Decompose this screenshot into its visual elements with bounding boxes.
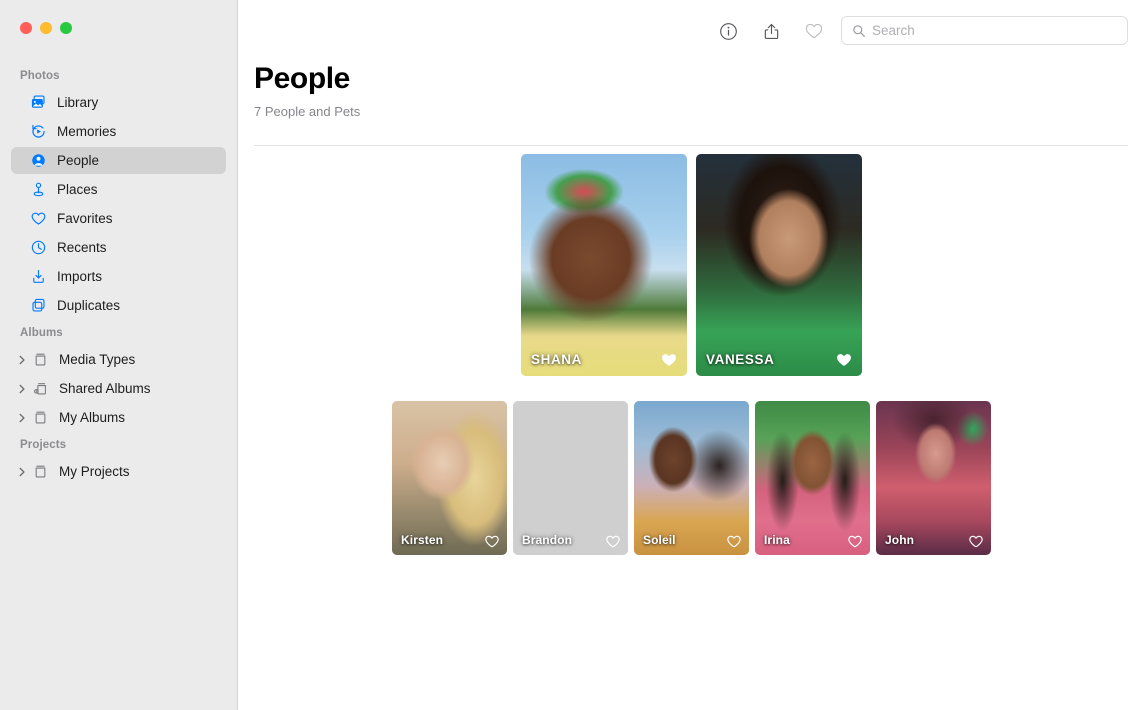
library-icon [29, 93, 48, 112]
sidebar-item-label: Shared Albums [59, 381, 151, 396]
heart-outline-icon [804, 21, 824, 41]
search-icon [851, 23, 866, 38]
chevron-right-icon[interactable] [15, 465, 29, 479]
search-input[interactable] [872, 23, 1117, 38]
sidebar-section-title-projects: Projects [0, 433, 237, 456]
other-people-row: KirstenBrandonSoleilIrinaJohn [239, 401, 1144, 555]
heart-outline-icon[interactable] [847, 533, 863, 549]
sidebar-item-label: Memories [57, 124, 116, 139]
info-icon [719, 22, 738, 41]
chevron-right-icon[interactable] [15, 411, 29, 425]
sidebar-item-label: Library [57, 95, 98, 110]
person-card[interactable]: Irina [755, 401, 870, 555]
sidebar-item-label: People [57, 153, 99, 168]
sidebar-item-label: Recents [57, 240, 107, 255]
sidebar-item-library[interactable]: Library [11, 89, 226, 116]
heart-filled-icon[interactable] [835, 351, 853, 369]
info-button[interactable] [713, 16, 743, 46]
page-subtitle: 7 People and Pets [254, 104, 1144, 120]
sidebar-item-label: Duplicates [57, 298, 120, 313]
sidebar-section-title-photos: Photos [0, 64, 237, 87]
share-icon [762, 22, 781, 41]
person-card[interactable]: John [876, 401, 991, 555]
album-icon [31, 408, 50, 427]
person-card[interactable]: Kirsten [392, 401, 507, 555]
heart-outline-icon[interactable] [726, 533, 742, 549]
sidebar-item-duplicates[interactable]: Duplicates [11, 292, 226, 319]
heart-filled-icon[interactable] [660, 351, 678, 369]
sidebar-item-shared-albums[interactable]: Shared Albums [11, 375, 226, 402]
import-icon [29, 267, 48, 286]
sidebar-item-label: Places [57, 182, 98, 197]
share-button[interactable] [756, 16, 786, 46]
duplicates-icon [29, 296, 48, 315]
person-card[interactable]: Soleil [634, 401, 749, 555]
sidebar-item-label: Imports [57, 269, 102, 284]
sidebar: Photos Library Memories People Places Favorit… [0, 0, 238, 710]
heart-outline-icon[interactable] [968, 533, 984, 549]
sidebar-item-my-projects[interactable]: My Projects [11, 458, 226, 485]
memories-icon [29, 122, 48, 141]
search-field[interactable] [841, 16, 1128, 45]
sidebar-item-label: Media Types [59, 352, 135, 367]
photos-app-window: Photos Library Memories People Places Favorit… [0, 0, 1144, 710]
clock-icon [29, 238, 48, 257]
sidebar-section-title-albums: Albums [0, 321, 237, 344]
sidebar-item-media-types[interactable]: Media Types [11, 346, 226, 373]
chevron-right-icon[interactable] [15, 382, 29, 396]
sidebar-item-label: My Projects [59, 464, 130, 479]
sidebar-item-favorites[interactable]: Favorites [11, 205, 226, 232]
page-title: People [254, 62, 1144, 96]
sidebar-item-label: Favorites [57, 211, 113, 226]
shared-album-icon [31, 379, 50, 398]
sidebar-item-my-albums[interactable]: My Albums [11, 404, 226, 431]
sidebar-scroll-area[interactable]: Photos Library Memories People Places Favorit… [0, 64, 237, 710]
heart-outline-icon[interactable] [605, 533, 621, 549]
heart-icon [29, 209, 48, 228]
person-photo [521, 154, 687, 376]
close-window-button[interactable] [20, 22, 32, 34]
person-photo [696, 154, 862, 376]
featured-people-row: SHANAVANESSA [239, 154, 1144, 376]
window-controls [20, 22, 72, 34]
sidebar-item-recents[interactable]: Recents [11, 234, 226, 261]
person-card[interactable]: VANESSA [696, 154, 862, 376]
person-card[interactable]: SHANA [521, 154, 687, 376]
person-card[interactable]: Brandon [513, 401, 628, 555]
sidebar-item-label: My Albums [59, 410, 125, 425]
header-divider [254, 145, 1128, 146]
chevron-right-icon[interactable] [15, 353, 29, 367]
toolbar [239, 0, 1144, 62]
places-icon [29, 180, 48, 199]
album-icon [31, 462, 50, 481]
page-header: People 7 People and Pets [239, 62, 1144, 120]
minimize-window-button[interactable] [40, 22, 52, 34]
sidebar-item-places[interactable]: Places [11, 176, 226, 203]
sidebar-item-people[interactable]: People [11, 147, 226, 174]
album-icon [31, 350, 50, 369]
people-grid: SHANAVANESSA KirstenBrandonSoleilIrinaJo… [239, 154, 1144, 555]
maximize-window-button[interactable] [60, 22, 72, 34]
content-area: People 7 People and Pets SHANAVANESSA Ki… [239, 0, 1144, 710]
heart-outline-icon[interactable] [484, 533, 500, 549]
sidebar-item-memories[interactable]: Memories [11, 118, 226, 145]
people-icon [29, 151, 48, 170]
sidebar-item-imports[interactable]: Imports [11, 263, 226, 290]
favorite-button[interactable] [799, 16, 829, 46]
